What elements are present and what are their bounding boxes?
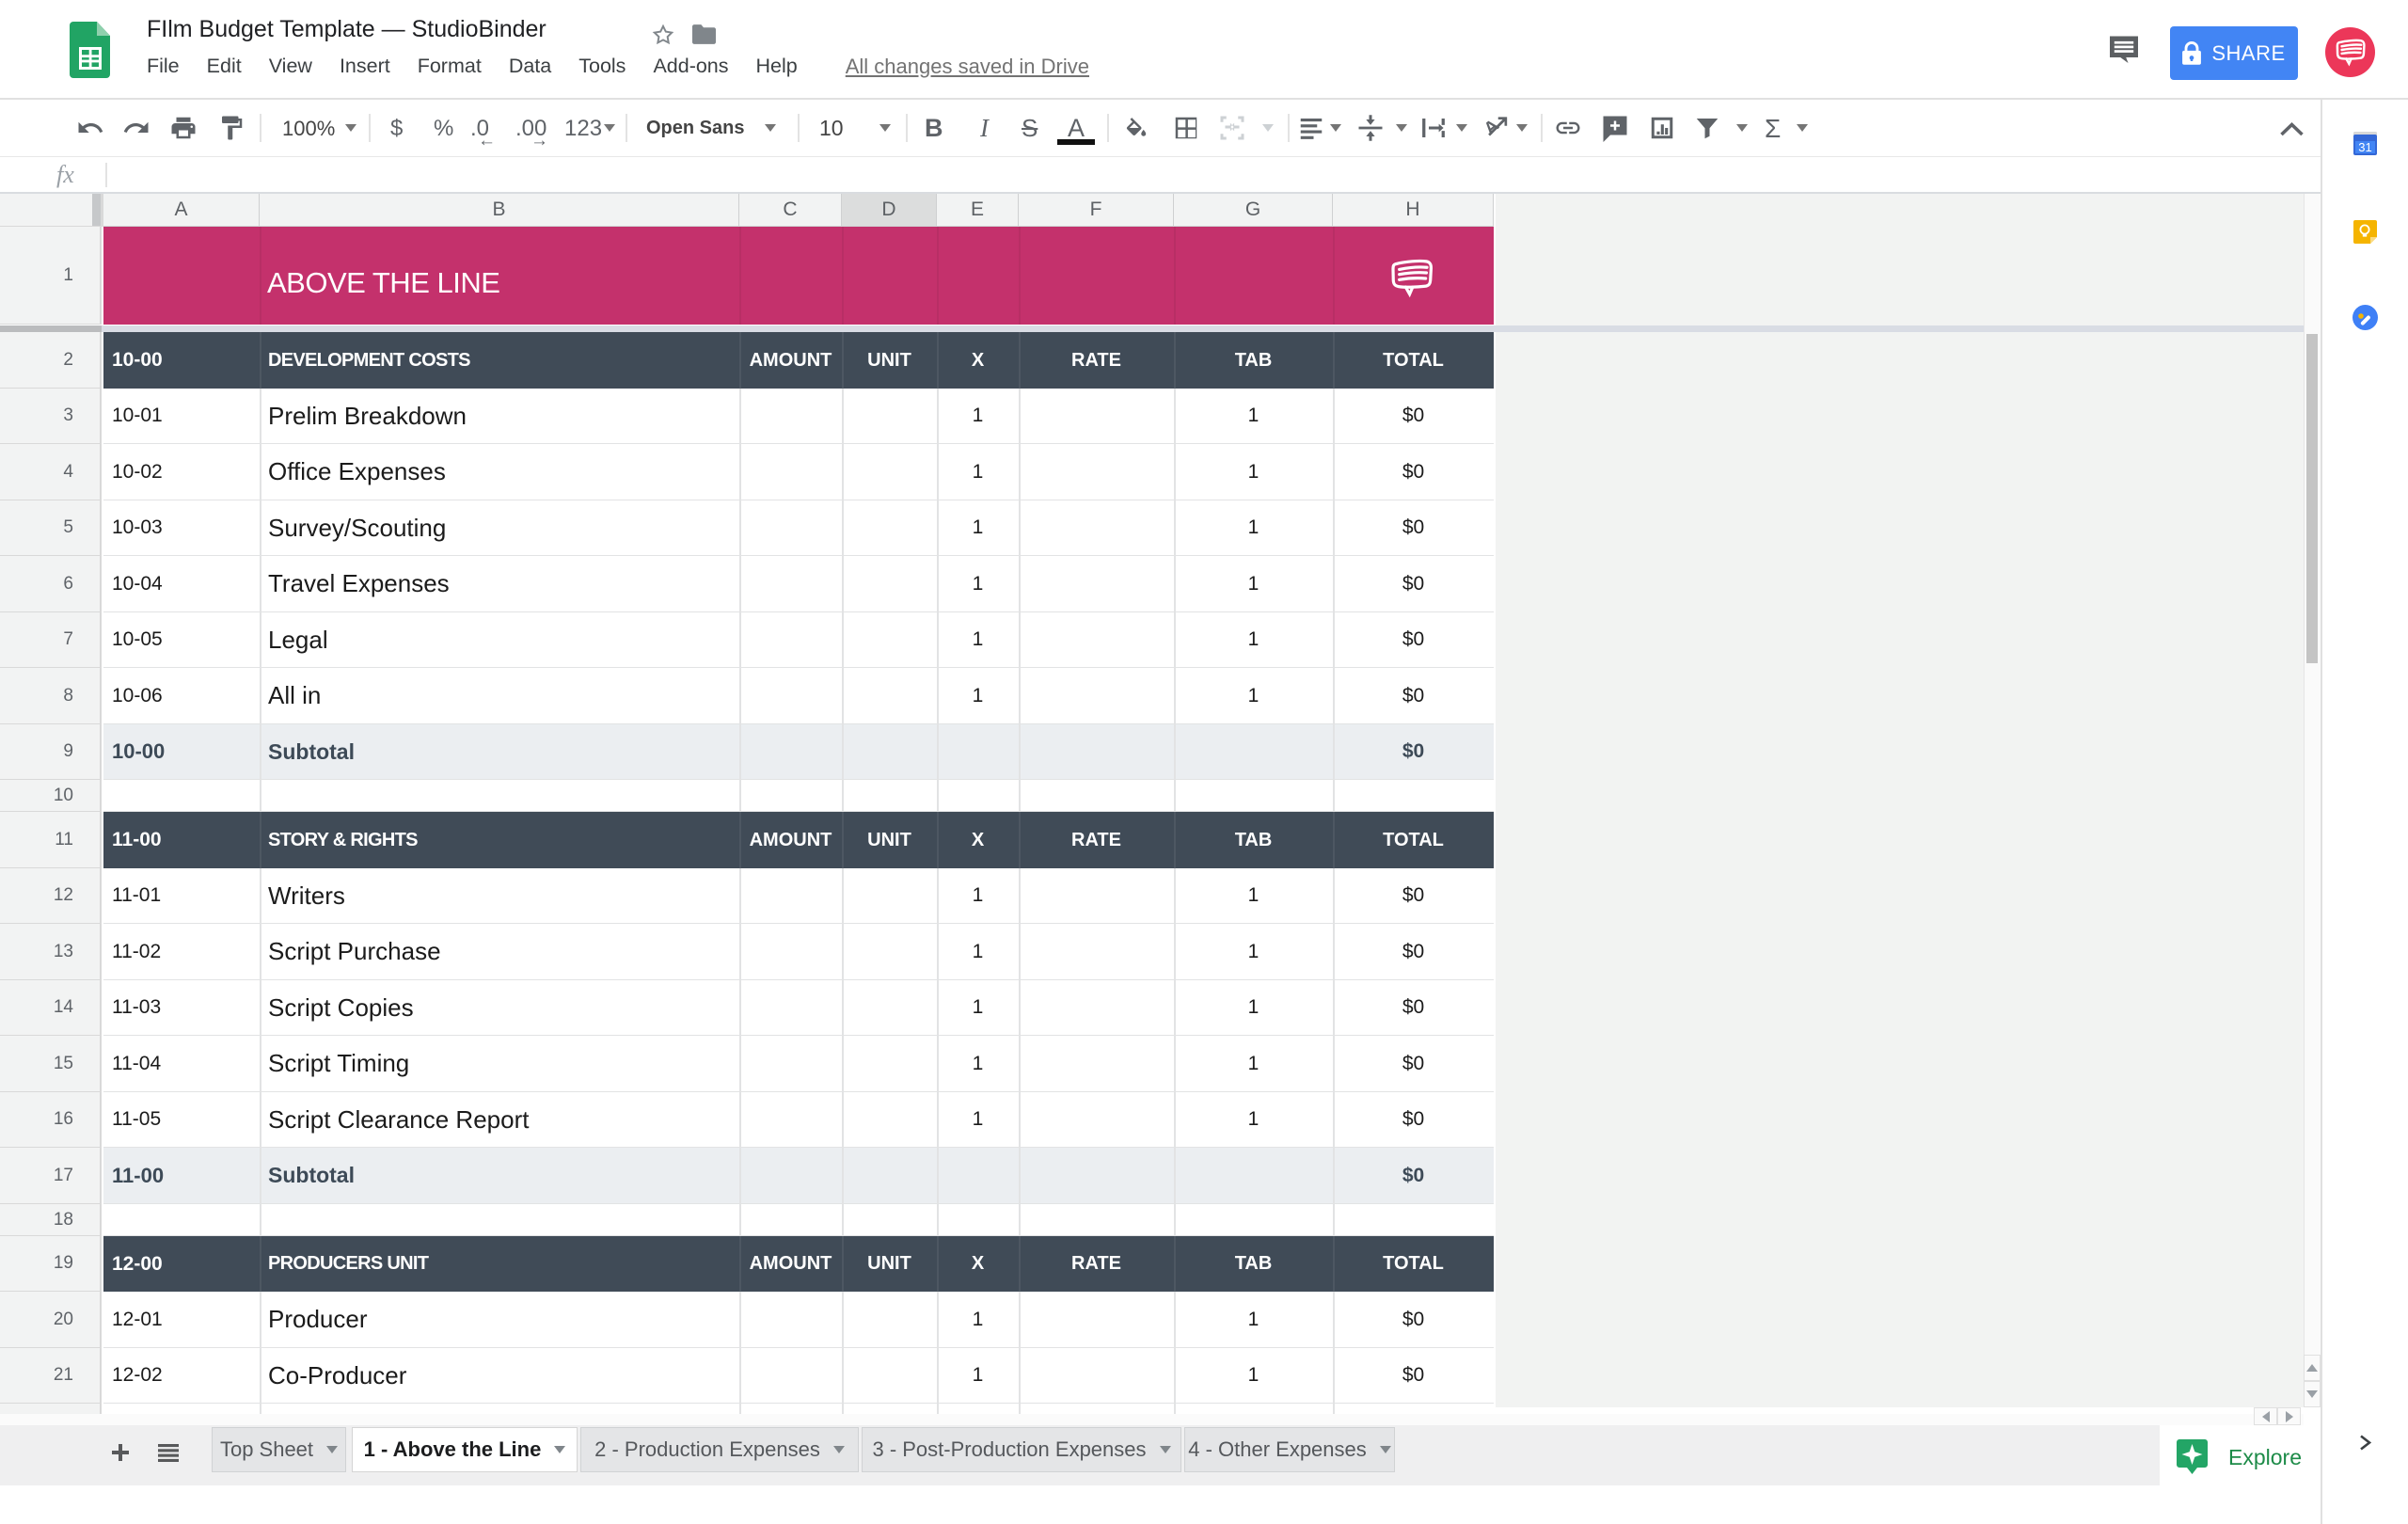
svg-text:31: 31 [2358,140,2371,154]
